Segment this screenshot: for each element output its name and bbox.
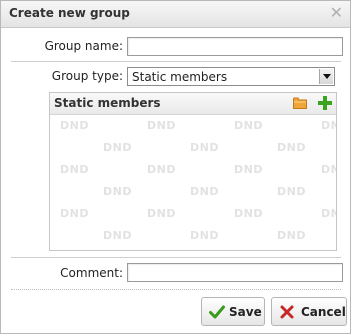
group-name-label: Group name: bbox=[44, 39, 123, 53]
dnd-watermark: DND bbox=[277, 141, 306, 154]
dnd-watermark: DND bbox=[277, 229, 306, 242]
dnd-watermark: DND bbox=[234, 163, 263, 176]
dnd-watermark: DND bbox=[277, 185, 306, 198]
group-type-select[interactable]: Static members bbox=[127, 67, 335, 86]
dnd-watermark: DND bbox=[321, 207, 336, 220]
dnd-watermark: DND bbox=[321, 119, 336, 132]
close-icon[interactable]: ✕ bbox=[330, 3, 343, 23]
panel-header: Static members bbox=[50, 93, 336, 115]
group-type-value: Static members bbox=[132, 70, 228, 84]
chevron-down-icon[interactable] bbox=[319, 69, 333, 84]
dnd-watermark: DND bbox=[147, 207, 176, 220]
dnd-watermark: DND bbox=[190, 229, 219, 242]
dialog-titlebar[interactable]: Create new group ✕ bbox=[1, 1, 350, 28]
dnd-watermark: DND bbox=[60, 207, 89, 220]
create-group-dialog: Create new group ✕ Group name: Group typ… bbox=[0, 0, 351, 334]
dnd-watermark: DND bbox=[190, 185, 219, 198]
folder-icon[interactable] bbox=[293, 97, 307, 109]
checkmark-icon bbox=[209, 305, 225, 319]
group-name-input[interactable] bbox=[127, 37, 343, 56]
add-icon[interactable] bbox=[318, 94, 332, 112]
comment-input[interactable] bbox=[127, 263, 343, 282]
dnd-watermark: DND bbox=[103, 229, 132, 242]
static-members-panel: Static members DNDDNDDNDDNDDNDDNDDNDDNDD… bbox=[49, 92, 337, 251]
dnd-watermark: DND bbox=[321, 163, 336, 176]
save-button-label: Save bbox=[229, 305, 262, 319]
dnd-watermark: DND bbox=[190, 141, 219, 154]
dnd-watermark: DND bbox=[60, 163, 89, 176]
separator bbox=[11, 289, 341, 290]
comment-label: Comment: bbox=[60, 266, 123, 280]
cancel-x-icon bbox=[280, 305, 294, 319]
dnd-watermark: DND bbox=[103, 185, 132, 198]
cancel-button[interactable]: Cancel bbox=[271, 297, 347, 326]
dialog-title: Create new group bbox=[9, 6, 130, 20]
dnd-watermark: DND bbox=[234, 207, 263, 220]
dnd-watermark: DND bbox=[234, 119, 263, 132]
separator bbox=[11, 257, 341, 258]
save-button[interactable]: Save bbox=[201, 297, 265, 326]
panel-title: Static members bbox=[54, 96, 161, 110]
dnd-watermark: DND bbox=[147, 163, 176, 176]
cancel-button-label: Cancel bbox=[301, 305, 346, 319]
dnd-watermark: DND bbox=[60, 119, 89, 132]
drop-area[interactable]: DND DND DND DND DND DND DND DND DND DND DND DND DND D… bbox=[50, 115, 336, 250]
group-type-label: Group type: bbox=[51, 69, 123, 83]
dnd-watermark: DND bbox=[103, 141, 132, 154]
separator bbox=[11, 61, 341, 62]
dnd-watermark: DND bbox=[147, 119, 176, 132]
